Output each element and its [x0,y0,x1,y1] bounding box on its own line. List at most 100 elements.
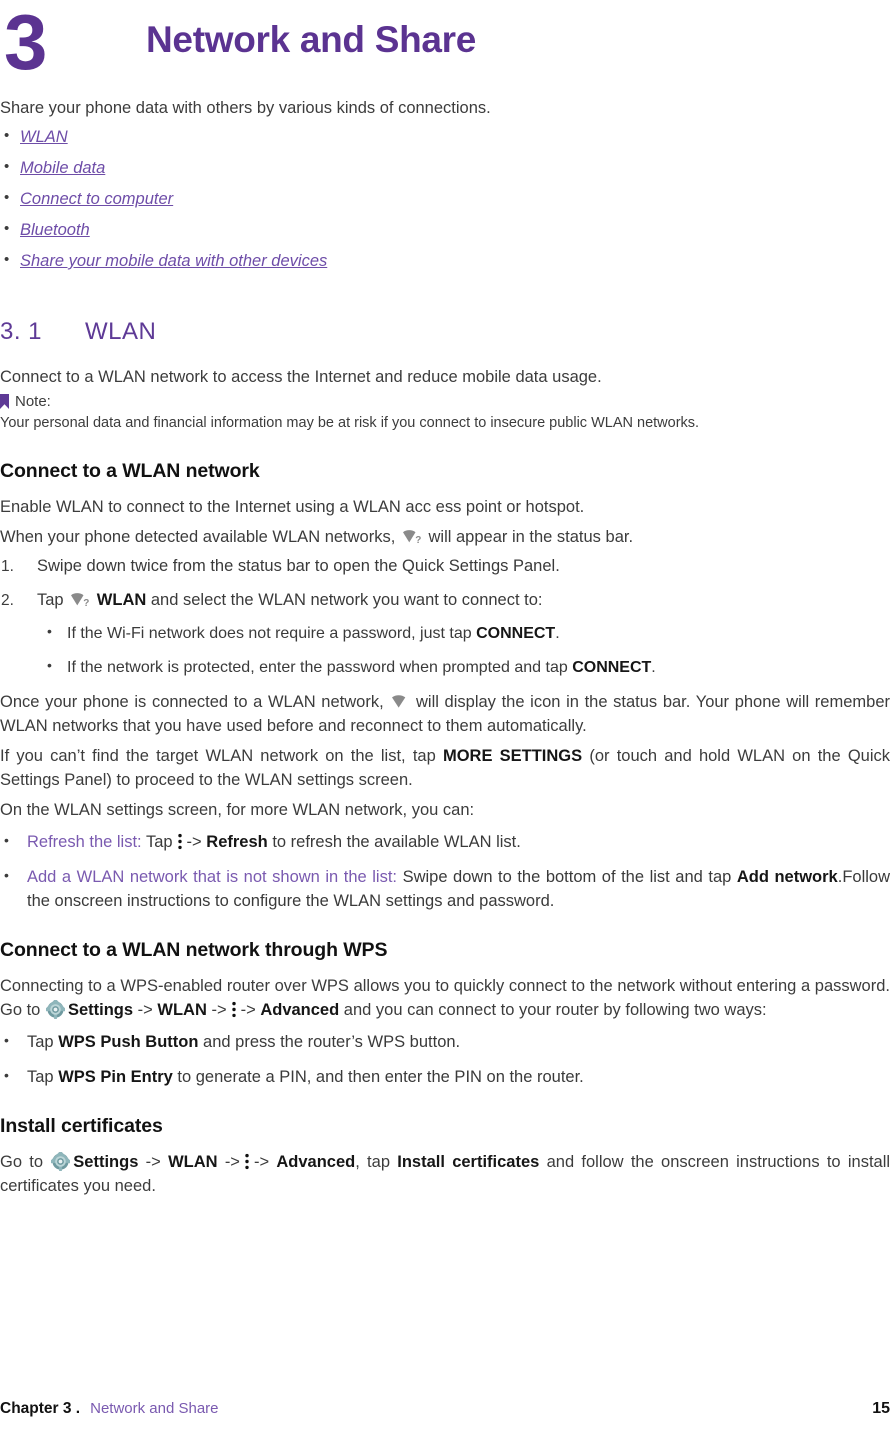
list-item: If the network is protected, enter the p… [37,654,890,679]
settings-gear-icon [44,998,67,1019]
note-label-row: Note: [0,391,890,412]
overflow-menu-icon [231,1001,237,1018]
toc-link-connect-to-computer[interactable]: Connect to computer [20,190,173,208]
step-1-text: Swipe down twice from the status bar to … [37,557,560,575]
wifi-question-icon: ? [70,592,90,609]
list-item: Tap WPS Pin Entry to generate a PIN, and… [0,1063,890,1089]
wps-p-b: and you can connect to your router by fo… [343,1001,767,1019]
option-1-bold-refresh: Refresh [206,833,268,851]
subheading-connect-wlan: Connect to a WLAN network [0,460,260,482]
cert-settings-label: Settings [73,1153,139,1171]
option-2-mid: Swipe down to the bottom of the list and… [402,868,732,886]
wps-advanced-label: Advanced [260,1001,340,1019]
substep-1-bold-connect: CONNECT [476,625,556,642]
list-item: If the Wi-Fi network does not require a … [37,620,890,645]
chapter-title: Network and Share [146,19,477,60]
wlan-options-list: Refresh the list: Tap -> Refresh to refr… [0,828,890,913]
substep-1-before: If the Wi-Fi network does not require a … [67,625,472,642]
connect-p2-before: When your phone detected available WLAN … [0,528,396,546]
step-2-before: Tap [37,591,64,609]
footer-chapter-label: Chapter 3 . [0,1400,81,1417]
list-item: Share your mobile data with other device… [0,250,890,271]
cert-advanced-label: Advanced [276,1153,356,1171]
connect-p4-before: If you can’t find the target WLAN networ… [0,747,436,765]
option-2-bold-add-network: Add network [736,868,838,886]
wps-b1-bold-push-button: WPS Push Button [58,1033,199,1051]
list-item: Mobile data [0,157,890,178]
connect-paragraph-1: Enable WLAN to connect to the Internet u… [0,498,585,516]
list-item: Connect to computer [0,188,890,209]
subheading-install-certificates: Install certificates [0,1115,163,1137]
wps-b1-tap: Tap [27,1033,54,1051]
substep-1-after: . [555,625,560,642]
connect-p2-after: will appear in the status bar. [428,528,634,546]
wps-settings-label: Settings [67,1001,134,1019]
wps-b2-bold-pin-entry: WPS Pin Entry [58,1068,173,1086]
toc-link-share-mobile-data[interactable]: Share your mobile data with other device… [20,252,327,270]
option-2-label: Add a WLAN network that is not shown in … [27,868,398,886]
svg-text:?: ? [415,535,421,545]
cert-arrow-1: -> [145,1153,161,1171]
note-flag-icon [0,394,9,409]
toc-link-wlan[interactable]: WLAN [20,128,68,146]
cert-p-a: Go to [0,1153,44,1171]
cert-arrow-2: -> [224,1153,240,1171]
wps-wlan-label: WLAN [157,1001,207,1019]
wps-arrow-1: -> [137,1001,153,1019]
note-label: Note: [15,393,51,410]
toc-link-mobile-data[interactable]: Mobile data [20,159,105,177]
step-item-1: Swipe down twice from the status bar to … [0,555,890,578]
wifi-icon [391,693,408,709]
overflow-menu-icon [244,1153,250,1170]
option-1-arrow: -> [186,833,202,851]
cert-comma: , tap [355,1153,390,1171]
section-name: WLAN [85,318,157,345]
connect-paragraph-4: If you can’t find the target WLAN networ… [0,744,890,792]
connect-p4-bold-more-settings: MORE SETTINGS [442,747,583,765]
footer-section-label: Network and Share [90,1400,219,1417]
wps-methods-list: Tap WPS Push Button and press the router… [0,1028,890,1089]
section-intro: Connect to a WLAN network to access the … [0,368,602,386]
cert-bold-install-certificates: Install certificates [397,1153,540,1171]
settings-gear-icon [50,1150,72,1171]
chapter-header: 3 Network and Share [0,0,890,96]
footer-page-number: 15 [872,1400,890,1417]
wps-b2-tap: Tap [27,1068,54,1086]
wps-b1-after: and press the router’s WPS button. [203,1033,461,1051]
list-item: Add a WLAN network that is not shown in … [0,863,890,913]
wps-arrow-2: -> [211,1001,227,1019]
wps-paragraph: Connecting to a WPS-enabled router over … [0,974,890,1022]
toc-link-bluetooth[interactable]: Bluetooth [20,221,90,239]
list-item: Bluetooth [0,219,890,240]
substep-2-bold-connect: CONNECT [572,659,652,676]
cert-wlan-label: WLAN [168,1153,218,1171]
connect-substep-list: If the Wi-Fi network does not require a … [37,620,890,679]
connect-steps-list: Swipe down twice from the status bar to … [0,555,890,679]
connect-paragraph-3: Once your phone is connected to a WLAN n… [0,690,890,738]
document-page: 3 Network and Share Share your phone dat… [0,0,890,1439]
substep-2-after: . [651,659,656,676]
page-footer: Chapter 3 . Network and Share 15 [0,1400,890,1422]
subheading-wps: Connect to a WLAN network through WPS [0,939,388,961]
list-item: Tap WPS Push Button and press the router… [0,1028,890,1054]
overflow-menu-icon [177,833,183,850]
substep-2-before: If the network is protected, enter the p… [67,659,568,676]
connect-paragraph-5: On the WLAN settings screen, for more WL… [0,801,475,819]
chapter-toc-list: WLAN Mobile data Connect to computer Blu… [0,126,890,271]
cert-arrow-3: -> [253,1153,270,1171]
connect-paragraph-2: When your phone detected available WLAN … [0,525,890,549]
list-item: Refresh the list: Tap -> Refresh to refr… [0,828,890,854]
section-heading: 3. 1 WLAN [0,317,890,347]
option-1-tap: Tap [145,833,173,851]
intro-paragraph: Share your phone data with others by var… [0,99,491,117]
step-2-after: and select the WLAN network you want to … [150,591,543,609]
list-item: WLAN [0,126,890,147]
wifi-question-icon: ? [402,528,422,546]
chapter-number: 3 [4,0,47,86]
step-item-2: Tap ? WLAN and select the WLAN network y… [0,589,890,679]
certificates-paragraph: Go to Settings -> WLAN -> -> Advanced, t… [0,1150,890,1198]
connect-p3-before: Once your phone is connected to a WLAN n… [0,693,384,711]
option-1-label: Refresh the list: [27,833,142,851]
option-1-after: to refresh the available WLAN list. [272,833,521,851]
svg-text:?: ? [83,598,89,608]
